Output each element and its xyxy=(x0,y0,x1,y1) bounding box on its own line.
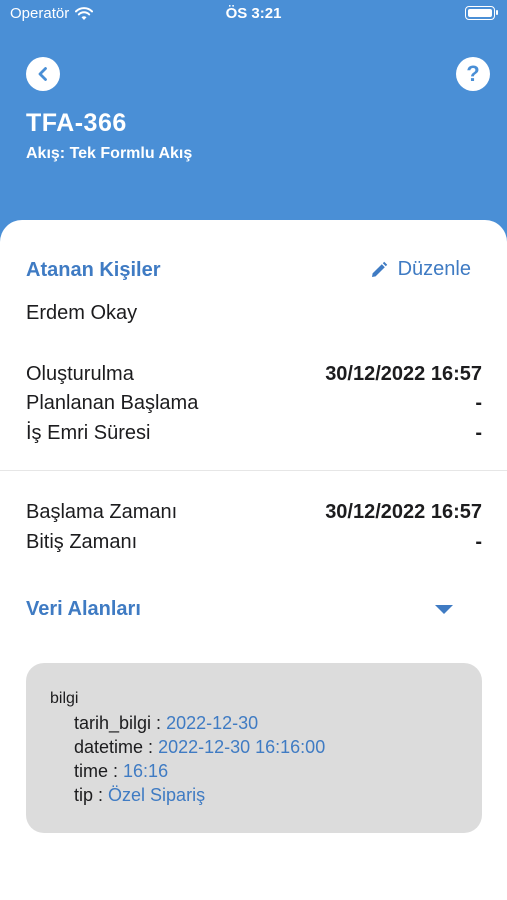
status-bar: Operatör ÖS 3:21 xyxy=(0,0,507,28)
detail-label: İş Emri Süresi xyxy=(26,422,151,444)
detail-label: Başlama Zamanı xyxy=(26,501,178,523)
help-button[interactable]: ? xyxy=(456,57,490,91)
data-field-value: 2022-12-30 xyxy=(166,713,259,733)
detail-row-end-time: Bitiş Zamanı - xyxy=(26,531,482,554)
data-field-key: time : xyxy=(74,761,119,781)
assigned-people-title: Atanan Kişiler xyxy=(26,259,161,281)
header: Operatör ÖS 3:21 ? TFA-366 Akış: Tek For… xyxy=(0,0,507,250)
data-field-value: 16:16 xyxy=(123,761,169,781)
edit-button[interactable]: Düzenle xyxy=(370,258,471,281)
caret-down-icon[interactable] xyxy=(435,605,453,614)
detail-label: Oluşturulma xyxy=(26,363,134,385)
data-field-key: datetime : xyxy=(74,737,154,757)
detail-value: - xyxy=(475,422,482,444)
data-field-value: Özel Sipariş xyxy=(108,785,206,805)
detail-row-start-time: Başlama Zamanı 30/12/2022 16:57 xyxy=(26,501,482,524)
detail-label: Planlanan Başlama xyxy=(26,392,199,414)
battery-icon xyxy=(465,6,498,20)
detail-row-created: Oluşturulma 30/12/2022 16:57 xyxy=(26,363,482,386)
detail-value: - xyxy=(475,392,482,414)
page-title: TFA-366 xyxy=(26,109,127,137)
assignee-name: Erdem Okay xyxy=(26,302,138,324)
detail-value: 30/12/2022 16:57 xyxy=(325,501,482,523)
detail-row-work-order-duration: İş Emri Süresi - xyxy=(26,422,482,445)
divider xyxy=(0,470,507,471)
data-field-row: tarih_bilgi : 2022-12-30 xyxy=(50,711,472,735)
pencil-icon xyxy=(371,261,387,277)
data-field-key: tip : xyxy=(74,785,104,805)
chevron-left-icon xyxy=(38,67,47,81)
data-root-key: bilgi xyxy=(50,690,79,707)
detail-value: - xyxy=(475,531,482,553)
edit-label: Düzenle xyxy=(397,258,471,280)
data-field-key: tarih_bilgi : xyxy=(74,713,162,733)
flow-subtitle: Akış: Tek Formlu Akış xyxy=(26,145,193,162)
data-fields-scroll[interactable]: bilgi tarih_bilgi : 2022-12-30 datetime … xyxy=(50,687,472,809)
status-time: ÖS 3:21 xyxy=(225,5,282,22)
data-fields-title[interactable]: Veri Alanları xyxy=(26,598,141,621)
data-fields-box: bilgi tarih_bilgi : 2022-12-30 datetime … xyxy=(26,663,482,833)
data-field-row: tip : Özel Sipariş xyxy=(50,783,472,807)
detail-row-planned-start: Planlanan Başlama - xyxy=(26,392,482,415)
detail-label: Bitiş Zamanı xyxy=(26,531,138,553)
data-field-row: time : 16:16 xyxy=(50,759,472,783)
data-field-value: 2022-12-30 16:16:00 xyxy=(158,737,326,757)
question-mark-icon: ? xyxy=(466,61,480,86)
back-button[interactable] xyxy=(26,57,60,91)
detail-value: 30/12/2022 16:57 xyxy=(325,363,482,385)
detail-card: Atanan Kişiler Düzenle Erdem Okay Oluştu… xyxy=(0,220,507,900)
data-field-row-clipped: tarih_alani : 2022-12-30 xyxy=(50,807,472,809)
data-field-row: datetime : 2022-12-30 16:16:00 xyxy=(50,735,472,759)
